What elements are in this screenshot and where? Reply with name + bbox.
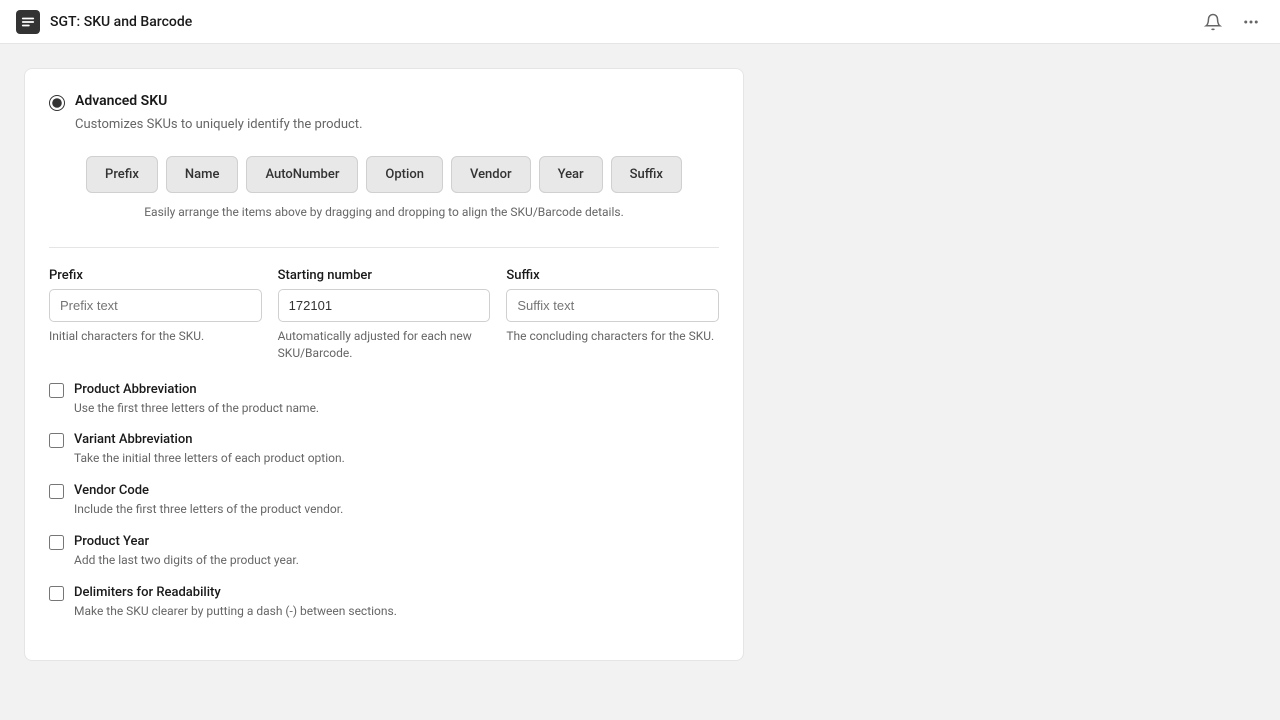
variant-abbreviation-desc: Take the initial three letters of each p… [74,450,719,467]
app-icon [16,10,40,34]
suffix-hint: The concluding characters for the SKU. [506,328,719,345]
vendor-code-desc: Include the first three letters of the p… [74,501,719,518]
prefix-field-group: Prefix Initial characters for the SKU. [49,268,262,362]
page-title: SGT: SKU and Barcode [50,14,192,30]
suffix-field-group: Suffix The concluding characters for the… [506,268,719,362]
product-year-desc: Add the last two digits of the product y… [74,552,719,569]
notifications-button[interactable] [1200,9,1226,35]
main-content: Advanced SKU Customizes SKUs to uniquely… [0,44,1280,720]
advanced-sku-title: Advanced SKU [75,93,167,109]
drag-item-year[interactable]: Year [539,156,603,193]
drag-item-option[interactable]: Option [366,156,443,193]
sku-card: Advanced SKU Customizes SKUs to uniquely… [24,68,744,661]
vendor-code-label: Vendor Code [74,483,149,498]
starting-number-field-group: Starting number Automatically adjusted f… [278,268,491,362]
drag-item-prefix[interactable]: Prefix [86,156,158,193]
suffix-input[interactable] [506,289,719,322]
starting-number-input[interactable] [278,289,491,322]
product-year-checkbox[interactable] [49,535,64,550]
product-abbreviation-checkbox[interactable] [49,383,64,398]
checkbox-row-vendor-code: Vendor Code [49,483,719,499]
drag-item-suffix[interactable]: Suffix [611,156,682,193]
drag-hint: Easily arrange the items above by draggi… [49,205,719,219]
prefix-label: Prefix [49,268,262,283]
delimiters-checkbox[interactable] [49,586,64,601]
delimiters-desc: Make the SKU clearer by putting a dash (… [74,603,719,620]
product-abbreviation-desc: Use the first three letters of the produ… [74,400,719,417]
header-left: SGT: SKU and Barcode [16,10,192,34]
prefix-hint: Initial characters for the SKU. [49,328,262,345]
checkbox-item-product-year: Product Year Add the last two digits of … [49,534,719,569]
checkbox-row-product-abbreviation: Product Abbreviation [49,382,719,398]
suffix-label: Suffix [506,268,719,283]
checkbox-item-delimiters: Delimiters for Readability Make the SKU … [49,585,719,620]
divider [49,247,719,248]
variant-abbreviation-checkbox[interactable] [49,433,64,448]
fields-row: Prefix Initial characters for the SKU. S… [49,268,719,362]
advanced-sku-radio-section: Advanced SKU [49,93,719,111]
advanced-sku-subtitle: Customizes SKUs to uniquely identify the… [75,117,719,132]
drag-item-name[interactable]: Name [166,156,239,193]
drag-item-autonumber[interactable]: AutoNumber [246,156,358,193]
advanced-sku-radio[interactable] [49,95,65,111]
product-abbreviation-label: Product Abbreviation [74,382,197,397]
checkbox-item-variant-abbreviation: Variant Abbreviation Take the initial th… [49,432,719,467]
prefix-input[interactable] [49,289,262,322]
checkbox-row-variant-abbreviation: Variant Abbreviation [49,432,719,448]
more-options-button[interactable] [1238,9,1264,35]
header-right [1200,9,1264,35]
checkbox-item-product-abbreviation: Product Abbreviation Use the first three… [49,382,719,417]
vendor-code-checkbox[interactable] [49,484,64,499]
product-year-label: Product Year [74,534,149,549]
checkbox-item-vendor-code: Vendor Code Include the first three lett… [49,483,719,518]
checkbox-row-product-year: Product Year [49,534,719,550]
delimiters-label: Delimiters for Readability [74,585,221,600]
starting-number-label: Starting number [278,268,491,283]
drag-items-container: Prefix Name AutoNumber Option Vendor Yea… [49,156,719,193]
checkboxes-section: Product Abbreviation Use the first three… [49,382,719,620]
checkbox-row-delimiters: Delimiters for Readability [49,585,719,601]
drag-item-vendor[interactable]: Vendor [451,156,531,193]
variant-abbreviation-label: Variant Abbreviation [74,432,192,447]
header: SGT: SKU and Barcode [0,0,1280,44]
starting-number-hint: Automatically adjusted for each new SKU/… [278,328,491,362]
